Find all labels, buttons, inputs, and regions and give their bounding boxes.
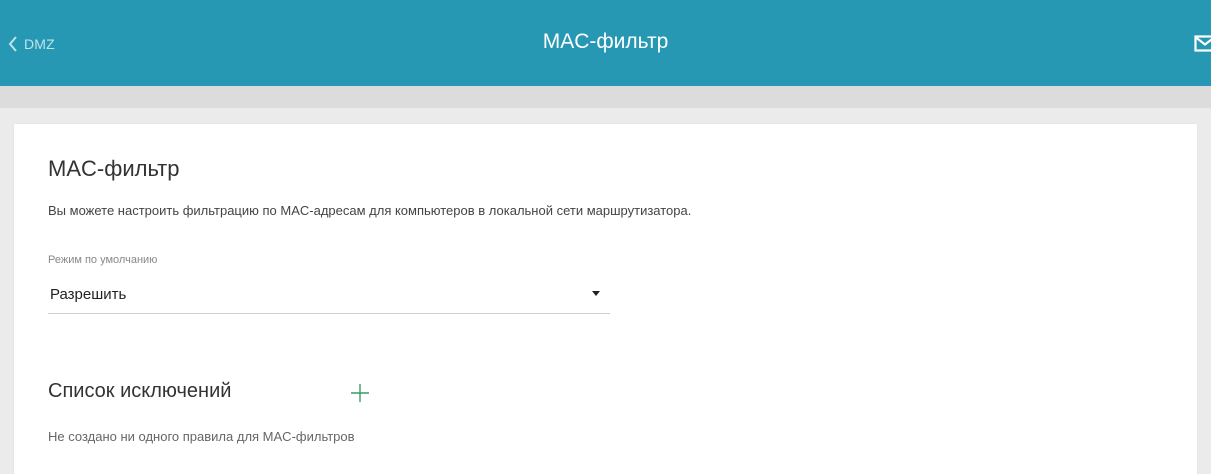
- mail-icon: [1194, 35, 1211, 54]
- section-description: Вы можете настроить фильтрацию по MAC-ад…: [48, 203, 692, 218]
- top-bar: DMZ MAC-фильтр: [0, 0, 1211, 86]
- exceptions-title: Список исключений: [48, 380, 232, 402]
- add-exception-button[interactable]: [349, 382, 371, 404]
- caret-down-icon: [592, 291, 600, 296]
- default-mode-value: Разрешить: [50, 286, 127, 303]
- sub-bar: [0, 86, 1211, 108]
- section-title: MAC-фильтр: [48, 156, 180, 181]
- page-title: MAC-фильтр: [542, 30, 669, 53]
- plus-icon: [349, 384, 371, 408]
- empty-exceptions-note: Не создано ни одного правила для MAC-фил…: [48, 429, 355, 444]
- default-mode-select[interactable]: Разрешить: [48, 276, 610, 314]
- default-mode-label: Режим по умолчанию: [48, 254, 158, 266]
- mail-button[interactable]: [1194, 34, 1211, 54]
